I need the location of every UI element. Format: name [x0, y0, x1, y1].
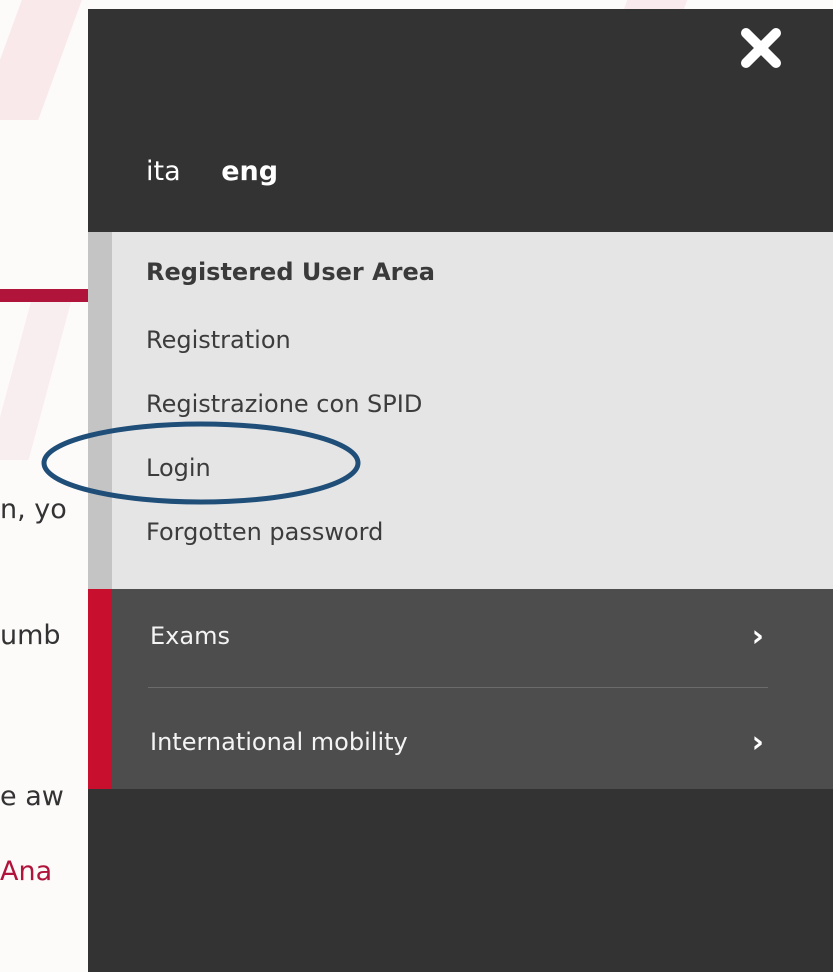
nav-item-international-mobility[interactable]: International mobility ›: [150, 707, 768, 777]
background-text: n, yo: [0, 494, 67, 525]
background-text: umb: [0, 620, 61, 651]
main-navigation: Exams › International mobility ›: [88, 589, 833, 789]
language-switcher: ita eng: [146, 156, 278, 187]
registration-link[interactable]: Registration: [146, 326, 291, 354]
nav-item-label: International mobility: [150, 728, 408, 756]
user-area-stripe: [88, 232, 112, 589]
login-link[interactable]: Login: [146, 454, 211, 482]
background-decoration: [0, 300, 72, 460]
forgotten-password-link[interactable]: Forgotten password: [146, 518, 383, 546]
chevron-right-icon: ›: [751, 724, 764, 760]
language-ita[interactable]: ita: [146, 156, 181, 187]
nav-item-label: Exams: [150, 622, 230, 650]
nav-item-exams[interactable]: Exams ›: [150, 601, 768, 671]
background-accent-bar: [0, 289, 94, 302]
nav-divider: [148, 687, 768, 688]
chevron-right-icon: ›: [751, 618, 764, 654]
background-decoration: [0, 0, 82, 120]
close-menu-button[interactable]: [738, 25, 784, 71]
language-eng[interactable]: eng: [221, 156, 278, 187]
background-text: e aw: [0, 781, 64, 812]
user-area-title: Registered User Area: [146, 258, 435, 286]
nav-accent-bar: [88, 589, 112, 789]
close-icon: [741, 28, 781, 68]
registrazione-spid-link[interactable]: Registrazione con SPID: [146, 390, 422, 418]
side-menu-panel: ita eng Registered User Area Registratio…: [88, 9, 833, 972]
registered-user-area: Registered User Area Registration Regist…: [88, 232, 833, 589]
background-link[interactable]: Ana: [0, 856, 52, 887]
